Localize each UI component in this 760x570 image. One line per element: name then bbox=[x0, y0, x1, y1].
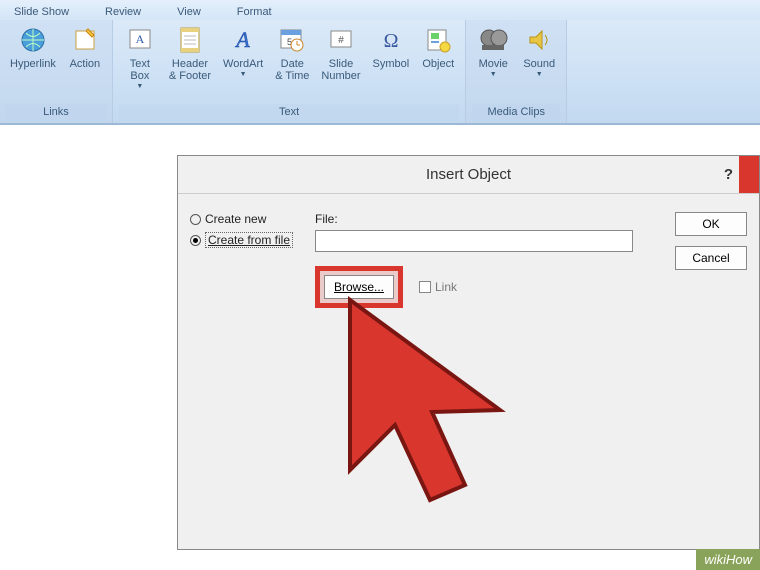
datetime-button[interactable]: 5 Date & Time bbox=[271, 22, 313, 84]
hyperlink-button[interactable]: Hyperlink bbox=[6, 22, 60, 72]
browse-button[interactable]: Browse... bbox=[324, 275, 394, 299]
media-group-label: Media Clips bbox=[472, 104, 560, 121]
dialog-close-button[interactable] bbox=[739, 156, 759, 193]
browse-highlight: Browse... bbox=[315, 266, 403, 308]
dialog-title-text: Insert Object bbox=[426, 166, 511, 183]
datetime-label-2: & Time bbox=[275, 70, 309, 82]
tab-slideshow[interactable]: Slide Show bbox=[8, 4, 75, 20]
create-new-label: Create new bbox=[205, 212, 266, 226]
header-label-2: & Footer bbox=[169, 70, 211, 82]
tab-review[interactable]: Review bbox=[99, 4, 147, 20]
svg-text:A: A bbox=[136, 32, 145, 46]
svg-text:Ω: Ω bbox=[383, 30, 398, 52]
file-label: File: bbox=[315, 212, 665, 226]
header-footer-icon bbox=[174, 24, 206, 56]
globe-icon bbox=[17, 24, 49, 56]
movie-icon bbox=[477, 24, 509, 56]
text-group-label: Text bbox=[119, 104, 459, 121]
header-label-1: Header bbox=[172, 58, 208, 70]
datetime-icon: 5 bbox=[276, 24, 308, 56]
slidenumber-label-1: Slide bbox=[329, 58, 353, 70]
textbox-label-2: Box bbox=[130, 70, 149, 82]
svg-text:#: # bbox=[338, 35, 344, 46]
ribbon-group-links: Hyperlink Action Links bbox=[0, 20, 113, 123]
action-button[interactable]: Action bbox=[64, 22, 106, 72]
create-from-file-label: Create from file bbox=[205, 232, 293, 248]
radio-icon bbox=[190, 214, 201, 225]
svg-text:A: A bbox=[234, 27, 250, 52]
dialog-help-button[interactable]: ? bbox=[724, 166, 733, 183]
slidenumber-label-2: Number bbox=[321, 70, 360, 82]
textbox-icon: A bbox=[124, 24, 156, 56]
object-icon bbox=[422, 24, 454, 56]
textbox-button[interactable]: A Text Box ▼ bbox=[119, 22, 161, 92]
action-icon bbox=[69, 24, 101, 56]
textbox-label-1: Text bbox=[130, 58, 150, 70]
create-from-file-radio[interactable]: Create from file bbox=[190, 232, 315, 248]
object-button[interactable]: Object bbox=[417, 22, 459, 72]
header-footer-button[interactable]: Header & Footer bbox=[165, 22, 215, 84]
ribbon: Hyperlink Action Links A Text Box ▼ bbox=[0, 20, 760, 125]
slidenumber-button[interactable]: # Slide Number bbox=[317, 22, 364, 84]
object-label: Object bbox=[422, 58, 454, 70]
ribbon-group-text: A Text Box ▼ Header & Footer A WordArt ▼ bbox=[113, 20, 466, 123]
movie-button[interactable]: Movie ▼ bbox=[472, 22, 514, 80]
symbol-label: Symbol bbox=[373, 58, 410, 70]
slidenumber-icon: # bbox=[325, 24, 357, 56]
action-label: Action bbox=[70, 58, 101, 70]
symbol-button[interactable]: Ω Symbol bbox=[369, 22, 414, 72]
datetime-label-1: Date bbox=[281, 58, 304, 70]
tab-view[interactable]: View bbox=[171, 4, 207, 20]
wordart-icon: A bbox=[227, 24, 259, 56]
ribbon-group-media: Movie ▼ Sound ▼ Media Clips bbox=[466, 20, 567, 123]
watermark: wikiHow bbox=[696, 549, 760, 570]
ok-button[interactable]: OK bbox=[675, 212, 747, 236]
chevron-down-icon: ▼ bbox=[240, 71, 247, 78]
radio-icon bbox=[190, 235, 201, 246]
source-radio-group: Create new Create from file bbox=[190, 212, 315, 308]
hyperlink-label: Hyperlink bbox=[10, 58, 56, 70]
chevron-down-icon: ▼ bbox=[136, 83, 143, 90]
wordart-button[interactable]: A WordArt ▼ bbox=[219, 22, 267, 80]
cancel-button[interactable]: Cancel bbox=[675, 246, 747, 270]
tab-format[interactable]: Format bbox=[231, 4, 278, 20]
sound-icon bbox=[523, 24, 555, 56]
chevron-down-icon: ▼ bbox=[490, 71, 497, 78]
movie-label: Movie bbox=[479, 58, 508, 70]
insert-object-dialog: Insert Object ? Create new Create from f… bbox=[177, 155, 760, 550]
file-path-input[interactable] bbox=[315, 230, 633, 252]
dialog-titlebar: Insert Object ? bbox=[178, 156, 759, 194]
link-label: Link bbox=[435, 280, 457, 294]
links-group-label: Links bbox=[6, 104, 106, 121]
checkbox-icon bbox=[419, 281, 431, 293]
chevron-down-icon: ▼ bbox=[536, 71, 543, 78]
ribbon-tabs: Slide Show Review View Format bbox=[0, 0, 760, 20]
symbol-icon: Ω bbox=[375, 24, 407, 56]
link-checkbox[interactable]: Link bbox=[419, 280, 457, 294]
wordart-label: WordArt bbox=[223, 58, 263, 70]
sound-button[interactable]: Sound ▼ bbox=[518, 22, 560, 80]
create-new-radio[interactable]: Create new bbox=[190, 212, 315, 226]
sound-label: Sound bbox=[523, 58, 555, 70]
